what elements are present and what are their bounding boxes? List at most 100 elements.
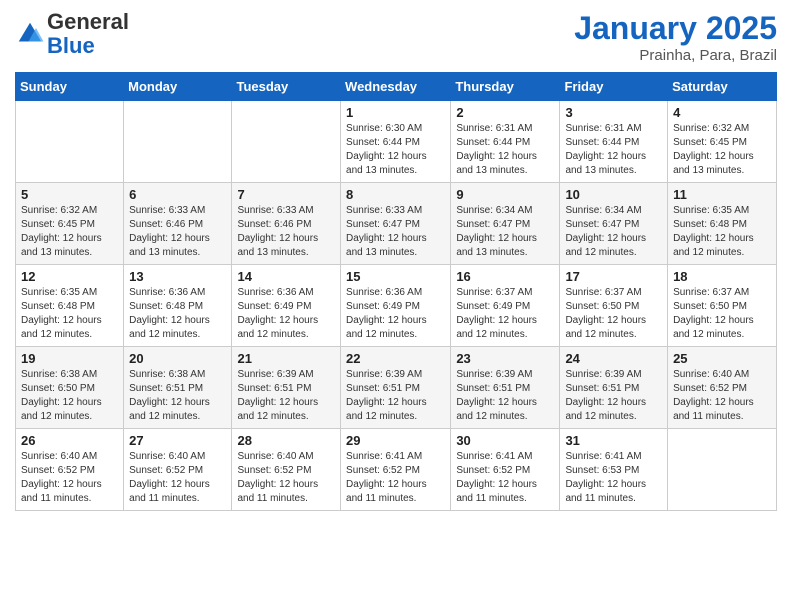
- weekday-header-friday: Friday: [560, 73, 668, 101]
- calendar-cell: 12Sunrise: 6:35 AM Sunset: 6:48 PM Dayli…: [16, 265, 124, 347]
- day-number: 2: [456, 105, 554, 120]
- calendar-cell: 4Sunrise: 6:32 AM Sunset: 6:45 PM Daylig…: [668, 101, 777, 183]
- calendar-cell: 9Sunrise: 6:34 AM Sunset: 6:47 PM Daylig…: [451, 183, 560, 265]
- calendar-cell: 24 Sunrise: 6:39 AM Sunset: 6:51 PM Dayli…: [560, 347, 668, 429]
- calendar-cell: 22Sunrise: 6:39 AM Sunset: 6:51 PM Dayli…: [341, 347, 451, 429]
- calendar-cell: 5Sunrise: 6:32 AM Sunset: 6:45 PM Daylig…: [16, 183, 124, 265]
- day-info: Sunrise: 6:40 AM Sunset: 6:52 PM Dayligh…: [673, 368, 771, 424]
- day-number: 11: [673, 187, 771, 202]
- calendar-cell: 10Sunrise: 6:34 AM Sunset: 6:47 PM Dayli…: [560, 183, 668, 265]
- day-info: Sunrise: 6:31 AM Sunset: 6:44 PM Dayligh…: [456, 122, 554, 178]
- day-info: Sunrise: 6:34 AM Sunset: 6:47 PM Dayligh…: [565, 204, 662, 260]
- calendar-cell: 14 Sunrise: 6:36 AM Sunset: 6:49 PM Dayli…: [232, 265, 341, 347]
- day-info: Sunrise: 6:32 AM Sunset: 6:45 PM Dayligh…: [21, 204, 118, 260]
- day-number: 27: [129, 433, 226, 448]
- calendar-cell: 1 Sunrise: 6:30 AM Sunset: 6:44 PM Daylig…: [341, 101, 451, 183]
- day-info: Sunrise: 6:38 AM Sunset: 6:51 PM Dayligh…: [129, 368, 226, 424]
- day-info: Sunrise: 6:40 AM Sunset: 6:52 PM Dayligh…: [21, 450, 118, 506]
- day-info: Sunrise: 6:37 AM Sunset: 6:49 PM Dayligh…: [456, 286, 554, 342]
- day-info: Sunrise: 6:35 AM Sunset: 6:48 PM Dayligh…: [673, 204, 771, 260]
- day-info: Sunrise: 6:36 AM Sunset: 6:49 PM Dayligh…: [346, 286, 445, 342]
- day-number: 25: [673, 351, 771, 366]
- day-number: 4: [673, 105, 771, 120]
- day-number: 9: [456, 187, 554, 202]
- day-info: Sunrise: 6:41 AM Sunset: 6:52 PM Dayligh…: [346, 450, 445, 506]
- calendar-cell: 6 Sunrise: 6:33 AM Sunset: 6:46 PM Daylig…: [124, 183, 232, 265]
- day-number: 14: [237, 269, 335, 284]
- calendar-cell: [232, 101, 341, 183]
- day-info: Sunrise: 6:39 AM Sunset: 6:51 PM Dayligh…: [565, 368, 662, 424]
- weekday-header-tuesday: Tuesday: [232, 73, 341, 101]
- logo: General Blue: [15, 10, 129, 58]
- weekday-header-saturday: Saturday: [668, 73, 777, 101]
- day-number: 12: [21, 269, 118, 284]
- location-subtitle: Prainha, Para, Brazil: [574, 47, 777, 64]
- calendar-cell: [668, 429, 777, 511]
- calendar-cell: 7 Sunrise: 6:33 AM Sunset: 6:46 PM Daylig…: [232, 183, 341, 265]
- day-number: 23: [456, 351, 554, 366]
- day-number: 1: [346, 105, 445, 120]
- day-info: Sunrise: 6:36 AM Sunset: 6:48 PM Dayligh…: [129, 286, 226, 342]
- calendar-cell: 30 Sunrise: 6:41 AM Sunset: 6:52 PM Dayli…: [451, 429, 560, 511]
- calendar-cell: 29Sunrise: 6:41 AM Sunset: 6:52 PM Dayli…: [341, 429, 451, 511]
- weekday-header-sunday: Sunday: [16, 73, 124, 101]
- calendar-cell: 26 Sunrise: 6:40 AM Sunset: 6:52 PM Dayli…: [16, 429, 124, 511]
- calendar-cell: [16, 101, 124, 183]
- day-info: Sunrise: 6:30 AM Sunset: 6:44 PM Dayligh…: [346, 122, 445, 178]
- calendar-cell: 3 Sunrise: 6:31 AM Sunset: 6:44 PM Daylig…: [560, 101, 668, 183]
- day-info: Sunrise: 6:37 AM Sunset: 6:50 PM Dayligh…: [673, 286, 771, 342]
- day-number: 26: [21, 433, 118, 448]
- day-info: Sunrise: 6:39 AM Sunset: 6:51 PM Dayligh…: [237, 368, 335, 424]
- calendar-cell: 15Sunrise: 6:36 AM Sunset: 6:49 PM Dayli…: [341, 265, 451, 347]
- day-info: Sunrise: 6:33 AM Sunset: 6:46 PM Dayligh…: [129, 204, 226, 260]
- calendar-week-row: 12Sunrise: 6:35 AM Sunset: 6:48 PM Dayli…: [16, 265, 777, 347]
- day-number: 22: [346, 351, 445, 366]
- logo-icon: [15, 19, 45, 49]
- calendar-cell: 27 Sunrise: 6:40 AM Sunset: 6:52 PM Dayli…: [124, 429, 232, 511]
- calendar-week-row: 1 Sunrise: 6:30 AM Sunset: 6:44 PM Daylig…: [16, 101, 777, 183]
- day-info: Sunrise: 6:38 AM Sunset: 6:50 PM Dayligh…: [21, 368, 118, 424]
- calendar-cell: 19 Sunrise: 6:38 AM Sunset: 6:50 PM Dayli…: [16, 347, 124, 429]
- page-container: General Blue January 2025 Prainha, Para,…: [0, 0, 792, 521]
- day-info: Sunrise: 6:41 AM Sunset: 6:52 PM Dayligh…: [456, 450, 554, 506]
- month-title: January 2025: [574, 10, 777, 47]
- calendar-cell: 17 Sunrise: 6:37 AM Sunset: 6:50 PM Dayli…: [560, 265, 668, 347]
- calendar-cell: 31 Sunrise: 6:41 AM Sunset: 6:53 PM Dayli…: [560, 429, 668, 511]
- calendar-cell: [124, 101, 232, 183]
- day-info: Sunrise: 6:31 AM Sunset: 6:44 PM Dayligh…: [565, 122, 662, 178]
- day-number: 30: [456, 433, 554, 448]
- day-number: 3: [565, 105, 662, 120]
- calendar-cell: 11 Sunrise: 6:35 AM Sunset: 6:48 PM Dayli…: [668, 183, 777, 265]
- day-number: 8: [346, 187, 445, 202]
- logo-general: General: [47, 9, 129, 34]
- calendar-week-row: 5Sunrise: 6:32 AM Sunset: 6:45 PM Daylig…: [16, 183, 777, 265]
- day-info: Sunrise: 6:33 AM Sunset: 6:46 PM Dayligh…: [237, 204, 335, 260]
- day-info: Sunrise: 6:36 AM Sunset: 6:49 PM Dayligh…: [237, 286, 335, 342]
- day-number: 31: [565, 433, 662, 448]
- day-number: 21: [237, 351, 335, 366]
- day-info: Sunrise: 6:41 AM Sunset: 6:53 PM Dayligh…: [565, 450, 662, 506]
- logo-blue: Blue: [47, 33, 95, 58]
- day-number: 16: [456, 269, 554, 284]
- calendar-cell: 28Sunrise: 6:40 AM Sunset: 6:52 PM Dayli…: [232, 429, 341, 511]
- calendar-cell: 18Sunrise: 6:37 AM Sunset: 6:50 PM Dayli…: [668, 265, 777, 347]
- weekday-header-row: SundayMondayTuesdayWednesdayThursdayFrid…: [16, 73, 777, 101]
- calendar-cell: 2 Sunrise: 6:31 AM Sunset: 6:44 PM Daylig…: [451, 101, 560, 183]
- day-number: 17: [565, 269, 662, 284]
- day-number: 20: [129, 351, 226, 366]
- calendar-cell: 21 Sunrise: 6:39 AM Sunset: 6:51 PM Dayli…: [232, 347, 341, 429]
- calendar-cell: 23 Sunrise: 6:39 AM Sunset: 6:51 PM Dayli…: [451, 347, 560, 429]
- day-info: Sunrise: 6:37 AM Sunset: 6:50 PM Dayligh…: [565, 286, 662, 342]
- day-number: 24: [565, 351, 662, 366]
- day-info: Sunrise: 6:40 AM Sunset: 6:52 PM Dayligh…: [129, 450, 226, 506]
- day-number: 19: [21, 351, 118, 366]
- day-info: Sunrise: 6:39 AM Sunset: 6:51 PM Dayligh…: [456, 368, 554, 424]
- day-number: 6: [129, 187, 226, 202]
- day-number: 7: [237, 187, 335, 202]
- logo-text: General Blue: [47, 10, 129, 58]
- weekday-header-monday: Monday: [124, 73, 232, 101]
- calendar-table: SundayMondayTuesdayWednesdayThursdayFrid…: [15, 72, 777, 511]
- day-number: 13: [129, 269, 226, 284]
- calendar-cell: 8Sunrise: 6:33 AM Sunset: 6:47 PM Daylig…: [341, 183, 451, 265]
- header: General Blue January 2025 Prainha, Para,…: [15, 10, 777, 64]
